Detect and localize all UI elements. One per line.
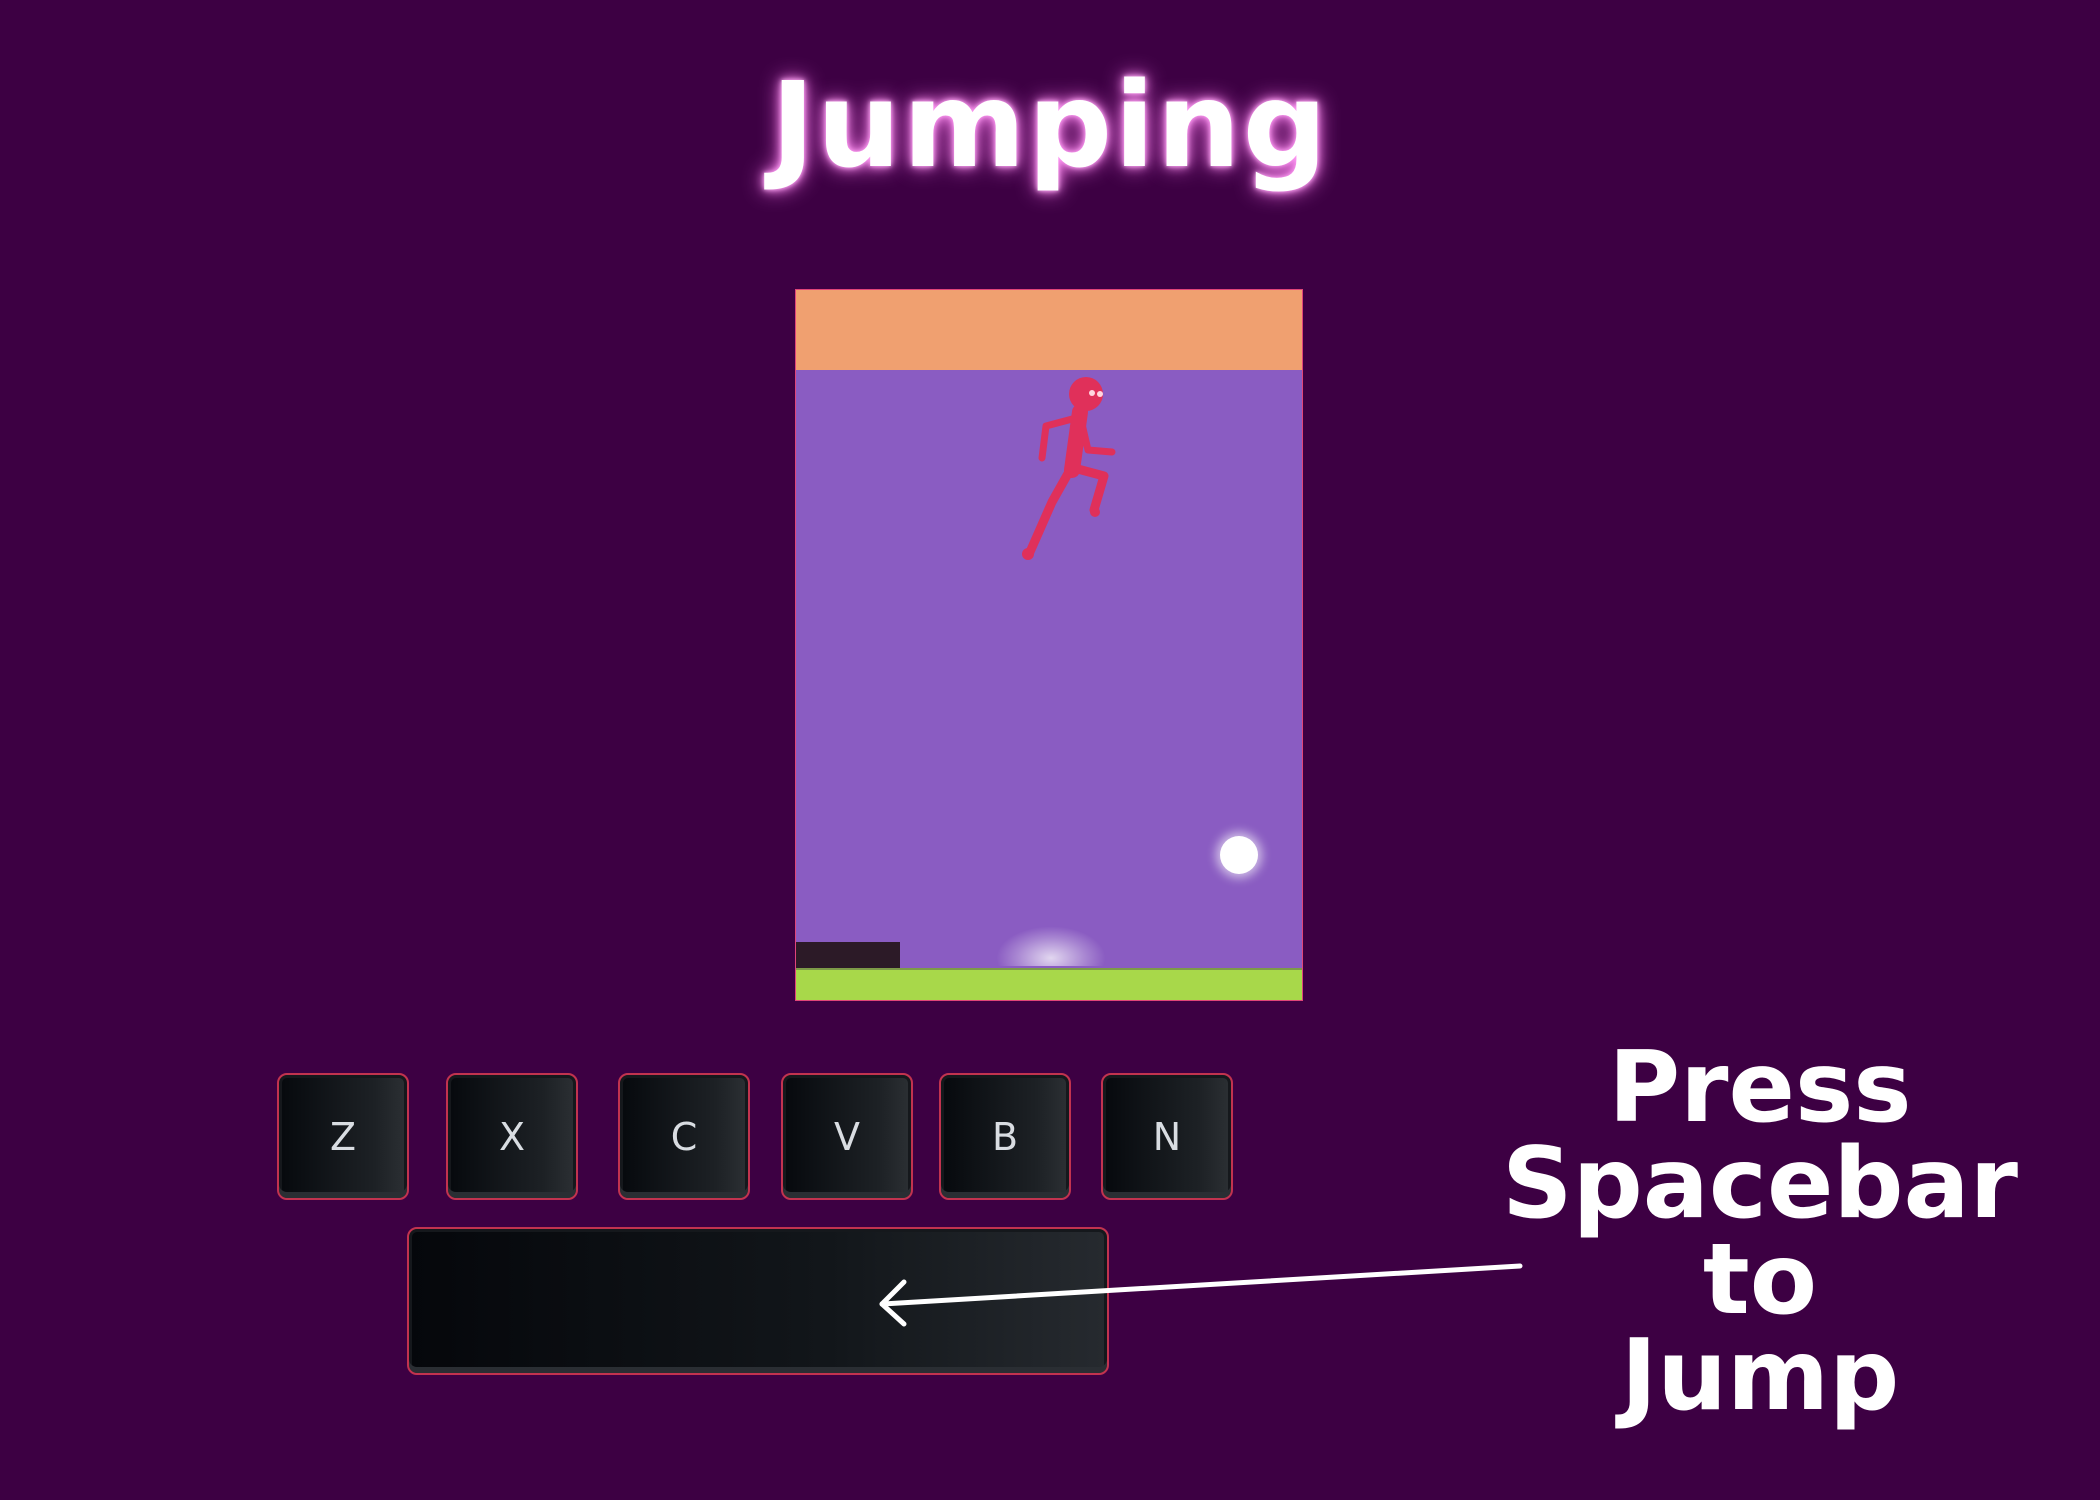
key-x[interactable]: X	[446, 1073, 578, 1200]
runner-character	[1022, 377, 1116, 560]
dark-block-obstacle	[796, 942, 900, 968]
page-title: Jumping	[770, 56, 1330, 194]
key-b[interactable]: B	[939, 1073, 1071, 1200]
instruction-line: to	[1702, 1223, 1818, 1338]
instruction-line: Press	[1608, 1031, 1912, 1145]
jump-instruction: Press Spacebar to Jump	[1440, 1031, 2080, 1434]
sky-band	[796, 290, 1302, 370]
instruction-line: Spacebar	[1501, 1127, 2019, 1242]
instruction-line: Jump	[1620, 1319, 1900, 1434]
key-v[interactable]: V	[781, 1073, 913, 1200]
dust-cloud	[996, 926, 1106, 966]
ground-platform	[796, 968, 1302, 1000]
key-z[interactable]: Z	[277, 1073, 409, 1200]
key-c[interactable]: C	[618, 1073, 750, 1200]
arrow-left-icon	[879, 1263, 1523, 1327]
key-n[interactable]: N	[1101, 1073, 1233, 1200]
game-canvas[interactable]	[795, 289, 1303, 1001]
ball-obstacle	[1220, 836, 1258, 874]
